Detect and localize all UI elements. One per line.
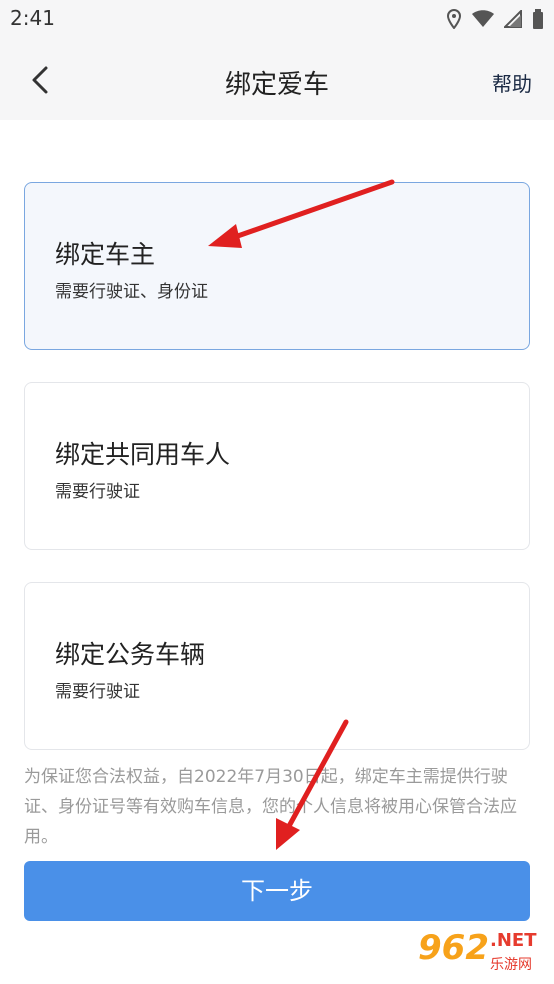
- option-subtitle: 需要行驶证: [55, 482, 140, 502]
- option-card-co-user[interactable]: 绑定共同用车人 需要行驶证: [24, 382, 530, 550]
- option-card-official-vehicle[interactable]: 绑定公务车辆 需要行驶证: [24, 582, 530, 750]
- next-step-button[interactable]: 下一步: [24, 861, 530, 921]
- status-time: 2:41: [10, 6, 55, 30]
- watermark-sub: 乐游网: [490, 957, 532, 973]
- option-subtitle: 需要行驶证: [55, 682, 140, 702]
- option-card-owner[interactable]: 绑定车主 需要行驶证、身份证: [24, 182, 530, 350]
- status-icons: [446, 8, 544, 30]
- nav-bar: 绑定爱车 帮助: [0, 40, 554, 120]
- help-link[interactable]: 帮助: [492, 68, 532, 97]
- option-title: 绑定公务车辆: [55, 640, 206, 669]
- watermark-net: .NET: [490, 930, 537, 951]
- page-title: 绑定爱车: [224, 70, 329, 100]
- watermark-logo: 962 .NET 乐游网: [418, 928, 548, 978]
- signal-icon: [504, 10, 522, 28]
- wifi-icon: [472, 10, 494, 27]
- status-bar: 2:41: [0, 0, 554, 40]
- option-title: 绑定共同用车人: [55, 440, 231, 469]
- privacy-notice: 为保证您合法权益，自2022年7月30日起，绑定车主需提供行驶证、身份证号等有效…: [24, 767, 517, 847]
- battery-icon: [533, 9, 543, 29]
- option-title: 绑定车主: [55, 240, 156, 269]
- option-subtitle: 需要行驶证、身份证: [55, 282, 208, 302]
- watermark-main: 962: [418, 928, 489, 968]
- location-icon: [446, 9, 462, 29]
